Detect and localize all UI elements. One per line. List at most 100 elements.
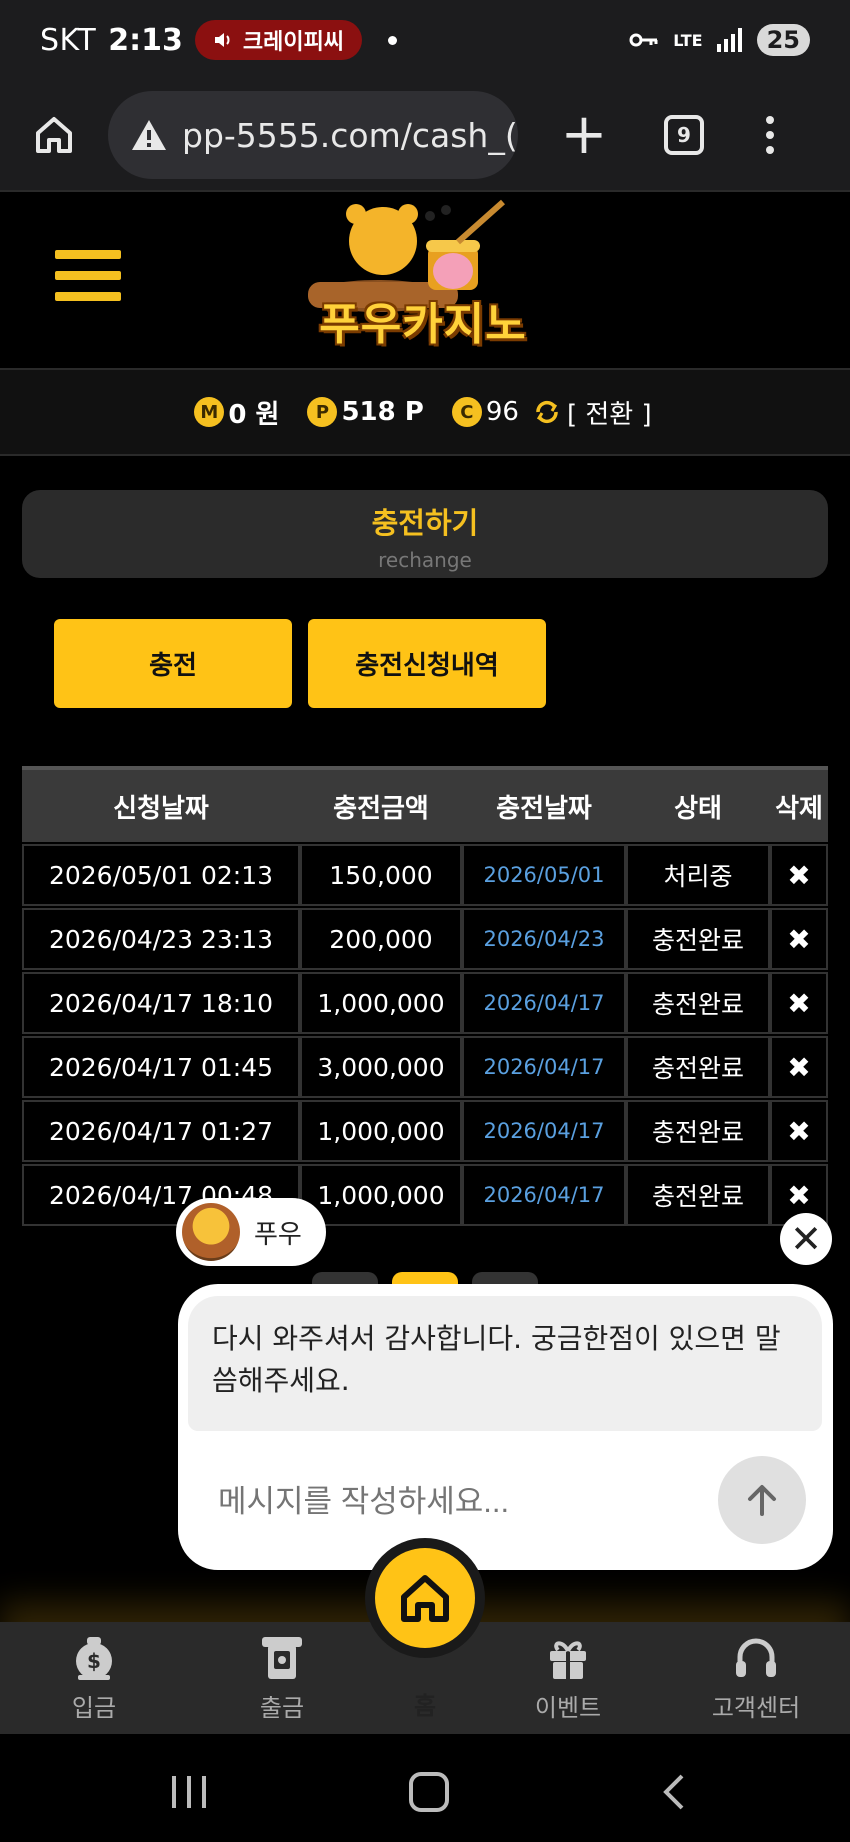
coin-balance: C 96 bbox=[451, 397, 519, 427]
status-bar: SKT 2:13 크레이피씨 LTE 25 bbox=[0, 0, 850, 80]
table-row: 2026/04/17 01:27 1,000,000 2026/04/17 충전… bbox=[22, 1100, 828, 1162]
delete-icon[interactable]: ✖ bbox=[770, 844, 828, 906]
page-title-panel: 충전하기 rechange bbox=[22, 490, 828, 578]
nav-event[interactable]: 이벤트 bbox=[498, 1632, 638, 1723]
home-icon bbox=[401, 1575, 449, 1622]
delete-icon[interactable]: ✖ bbox=[770, 1100, 828, 1162]
charge-button[interactable]: 충전 bbox=[54, 619, 292, 708]
chat-message-input[interactable] bbox=[218, 1484, 678, 1520]
cell-charge-date: 2026/04/23 bbox=[462, 908, 626, 970]
nav-withdraw[interactable]: 출금 bbox=[212, 1632, 352, 1723]
send-button[interactable] bbox=[718, 1456, 806, 1544]
points-balance: P 518 P bbox=[307, 397, 424, 427]
chat-close-button[interactable]: ✕ bbox=[780, 1213, 832, 1265]
cell-status: 충전완료 bbox=[626, 1036, 770, 1098]
refresh-icon bbox=[536, 400, 558, 424]
atm-icon bbox=[262, 1637, 302, 1679]
recording-label: 크레이피씨 bbox=[242, 30, 345, 55]
cell-charge-date: 2026/04/17 bbox=[462, 1036, 626, 1098]
delete-icon[interactable]: ✖ bbox=[770, 908, 828, 970]
back-icon[interactable] bbox=[654, 1772, 694, 1812]
convert-button[interactable]: [ 전환 ] bbox=[533, 394, 652, 431]
chat-message: 다시 와주셔서 감사합니다. 궁금한점이 있으면 말씀해주세요. bbox=[188, 1296, 822, 1431]
coin-value: 96 bbox=[485, 397, 519, 427]
recording-indicator[interactable]: 크레이피씨 bbox=[194, 20, 363, 60]
money-bag-icon: $ bbox=[76, 1637, 112, 1680]
cell-charge-date: 2026/04/17 bbox=[462, 972, 626, 1034]
balance-bar: M 0 원 P 518 P C 96 [ 전환 ] bbox=[0, 370, 850, 456]
points-coin-icon: P bbox=[307, 397, 338, 427]
header-delete: 삭제 bbox=[775, 793, 823, 824]
recents-icon[interactable] bbox=[172, 1776, 206, 1808]
charge-history-button[interactable]: 충전신청내역 bbox=[308, 619, 546, 708]
browser-menu-button[interactable] bbox=[766, 116, 774, 154]
speaker-icon bbox=[214, 33, 230, 47]
cell-status: 충전완료 bbox=[626, 972, 770, 1034]
header-charge-date: 충전날짜 bbox=[496, 793, 592, 824]
status-icons: LTE 25 bbox=[629, 24, 810, 56]
cell-request-date: 2026/04/17 18:10 bbox=[22, 972, 300, 1034]
nav-event-label: 이벤트 bbox=[534, 1694, 602, 1722]
nav-home-label: 홈 bbox=[413, 1692, 437, 1720]
table-row: 2026/05/01 02:13 150,000 2026/05/01 처리중 … bbox=[22, 844, 828, 906]
nav-withdraw-label: 출금 bbox=[259, 1694, 305, 1722]
svg-text:$: $ bbox=[87, 1649, 101, 1673]
page-subtitle: rechange bbox=[378, 548, 472, 572]
carrier-label: SKT bbox=[40, 22, 97, 58]
cell-status: 처리중 bbox=[626, 844, 770, 906]
logo-text: 푸우카지노 bbox=[319, 299, 527, 350]
clock: 2:13 bbox=[108, 22, 183, 58]
chat-agent-chip[interactable]: 푸우 bbox=[176, 1198, 326, 1266]
header-request-date: 신청날짜 bbox=[113, 793, 209, 824]
headset-icon bbox=[736, 1638, 776, 1677]
delete-icon[interactable]: ✖ bbox=[770, 972, 828, 1034]
header-status: 상태 bbox=[674, 793, 722, 824]
arrow-up-icon bbox=[748, 1485, 776, 1516]
system-home-icon[interactable] bbox=[409, 1772, 449, 1812]
notification-dot bbox=[388, 35, 398, 45]
cell-amount: 1,000,000 bbox=[300, 1164, 462, 1226]
cell-amount: 3,000,000 bbox=[300, 1036, 462, 1098]
cell-status: 충전완료 bbox=[626, 1164, 770, 1226]
warning-icon bbox=[132, 120, 166, 150]
battery-level: 25 bbox=[756, 24, 810, 56]
money-balance: M 0 원 bbox=[194, 394, 279, 431]
page-title: 충전하기 bbox=[371, 506, 479, 540]
nav-deposit-label: 입금 bbox=[71, 1694, 117, 1722]
money-coin-icon: M bbox=[194, 397, 225, 427]
cell-status: 충전완료 bbox=[626, 1100, 770, 1162]
url-text: pp-5555.com/cash_( bbox=[182, 115, 518, 155]
table-header-row: 신청날짜 충전금액 충전날짜 상태 삭제 bbox=[22, 766, 828, 842]
cell-amount: 1,000,000 bbox=[300, 1100, 462, 1162]
cell-charge-date: 2026/04/17 bbox=[462, 1164, 626, 1226]
cell-request-date: 2026/04/23 23:13 bbox=[22, 908, 300, 970]
header-amount: 충전금액 bbox=[333, 793, 429, 824]
table-row: 2026/04/17 01:45 3,000,000 2026/04/17 충전… bbox=[22, 1036, 828, 1098]
tab-switcher-button[interactable]: 9 bbox=[664, 115, 704, 155]
browser-home-button[interactable] bbox=[28, 109, 80, 161]
site-logo[interactable]: 푸우카지노 bbox=[298, 196, 548, 366]
nav-support-label: 고객센터 bbox=[711, 1694, 801, 1722]
new-tab-button[interactable]: + bbox=[554, 107, 614, 163]
address-bar[interactable]: pp-5555.com/cash_( bbox=[108, 91, 518, 179]
cell-amount: 1,000,000 bbox=[300, 972, 462, 1034]
cell-amount: 200,000 bbox=[300, 908, 462, 970]
table-row: 2026/04/17 18:10 1,000,000 2026/04/17 충전… bbox=[22, 972, 828, 1034]
signal-icon bbox=[716, 28, 742, 52]
hamburger-menu-icon[interactable] bbox=[55, 250, 121, 301]
cell-charge-date: 2026/05/01 bbox=[462, 844, 626, 906]
key-icon bbox=[629, 33, 658, 47]
delete-icon[interactable]: ✖ bbox=[770, 1036, 828, 1098]
cell-request-date: 2026/04/17 01:45 bbox=[22, 1036, 300, 1098]
cell-request-date: 2026/05/01 02:13 bbox=[22, 844, 300, 906]
cell-amount: 150,000 bbox=[300, 844, 462, 906]
nav-deposit[interactable]: $ 입금 bbox=[24, 1632, 164, 1723]
agent-name: 푸우 bbox=[254, 1219, 302, 1250]
agent-avatar bbox=[182, 1203, 240, 1261]
charge-history-table: 신청날짜 충전금액 충전날짜 상태 삭제 2026/05/01 02:13 15… bbox=[22, 766, 828, 1226]
cell-status: 충전완료 bbox=[626, 908, 770, 970]
cell-request-date: 2026/04/17 01:27 bbox=[22, 1100, 300, 1162]
nav-home[interactable]: 홈 bbox=[375, 1548, 475, 1720]
nav-support[interactable]: 고객센터 bbox=[686, 1632, 826, 1723]
browser-toolbar: pp-5555.com/cash_( + 9 bbox=[0, 80, 850, 192]
